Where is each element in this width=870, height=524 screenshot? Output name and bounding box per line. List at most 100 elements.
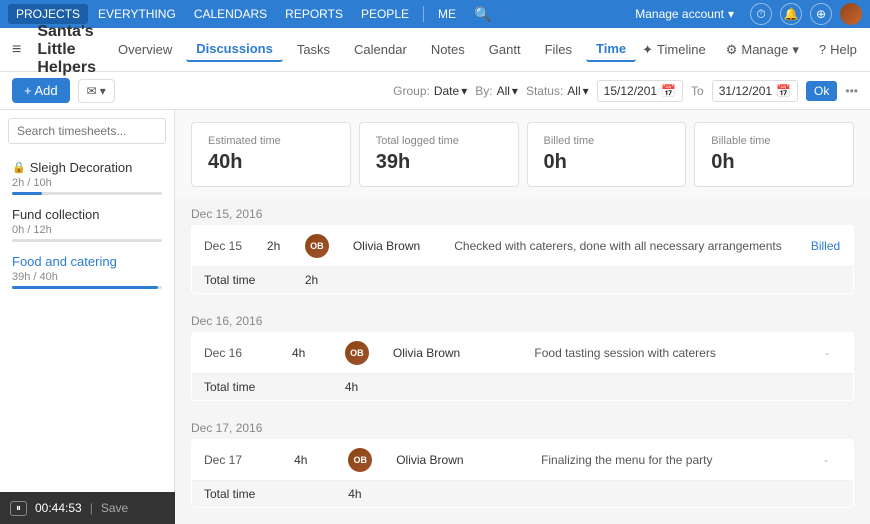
toolbar-left: + Add ✉ ▾ xyxy=(12,78,385,103)
add-button[interactable]: + Add xyxy=(12,78,70,103)
top-nav-right: Manage account ▾ ⏱ 🔔 ⊕ xyxy=(627,3,862,25)
sidebar-item-food-name: Food and catering xyxy=(12,254,117,269)
save-button[interactable]: Save xyxy=(101,501,128,515)
time-toolbar: + Add ✉ ▾ Group: Date ▾ By: All ▾ Status… xyxy=(0,72,870,110)
nav-divider xyxy=(423,6,424,22)
total-value: 4h xyxy=(336,481,853,508)
more-options-icon[interactable]: ••• xyxy=(845,84,858,98)
entry-description: Checked with caterers, done with all nec… xyxy=(442,226,799,267)
project-title: Santa's Little Helpers xyxy=(37,23,96,77)
entry-avatar-cell: OB xyxy=(293,226,341,267)
by-filter: By: All ▾ xyxy=(475,84,518,98)
entry-date: Dec 16 xyxy=(192,333,281,374)
help-label: Help xyxy=(830,42,857,57)
nav-reports[interactable]: REPORTS xyxy=(277,4,351,24)
sidebar-item-fund-name: Fund collection xyxy=(12,207,99,222)
status-value[interactable]: All ▾ xyxy=(567,84,588,98)
entry-person: Olivia Brown xyxy=(381,333,523,374)
stat-total-logged-label: Total logged time xyxy=(376,135,502,147)
sidebar-item-food-progress xyxy=(12,286,162,289)
stat-billed-value: 0h xyxy=(544,151,670,174)
main-layout: 🔒 Sleigh Decoration 2h / 10h Fund collec… xyxy=(0,110,870,522)
help-button[interactable]: ? Help xyxy=(813,38,863,61)
sidebar-item-fund[interactable]: Fund collection 0h / 12h xyxy=(8,201,166,248)
entry-avatar-cell: OB xyxy=(333,333,381,374)
date-to-input[interactable]: 31/12/201 📅 xyxy=(712,80,798,102)
time-content: Estimated time 40h Total logged time 39h… xyxy=(175,110,870,522)
search-timesheets-input[interactable] xyxy=(8,118,166,144)
date-header-dec15: Dec 15, 2016 xyxy=(191,199,854,225)
manage-chevron-icon: ▾ xyxy=(792,42,799,58)
total-value: 4h xyxy=(333,374,854,401)
clock-icon[interactable]: ⏱ xyxy=(750,3,772,25)
sidebar-item-food[interactable]: Food and catering 39h / 40h xyxy=(8,248,166,295)
entry-person: Olivia Brown xyxy=(341,226,442,267)
tab-files[interactable]: Files xyxy=(535,38,582,61)
entry-status: - xyxy=(812,440,853,481)
avatar: OB xyxy=(348,448,372,472)
plus-circle-icon[interactable]: ⊕ xyxy=(810,3,832,25)
tab-calendar[interactable]: Calendar xyxy=(344,38,417,61)
calendar-from-icon: 📅 xyxy=(661,84,676,98)
stats-row: Estimated time 40h Total logged time 39h… xyxy=(175,110,870,199)
nav-everything[interactable]: EVERYTHING xyxy=(90,4,184,24)
group-value[interactable]: Date ▾ xyxy=(434,84,467,98)
group-label: Group: xyxy=(393,84,430,98)
tab-discussions[interactable]: Discussions xyxy=(186,37,283,62)
entry-date: Dec 17 xyxy=(192,440,283,481)
manage-button[interactable]: ⚙ Manage ▾ xyxy=(720,38,805,62)
timeline-label: Timeline xyxy=(657,42,706,57)
entry-avatar-cell: OB xyxy=(336,440,384,481)
stat-estimated: Estimated time 40h xyxy=(191,122,351,187)
timer-display: 00:44:53 xyxy=(35,501,82,515)
by-value[interactable]: All ▾ xyxy=(497,84,518,98)
date-group-dec17: Dec 17, 2016 Dec 17 4h OB Olivia Brown F… xyxy=(191,413,854,508)
nav-projects[interactable]: PROJECTS xyxy=(8,4,88,24)
mail-button[interactable]: ✉ ▾ xyxy=(78,79,115,103)
status-label: Status: xyxy=(526,84,563,98)
second-nav-left: ≡ Santa's Little Helpers Overview Discus… xyxy=(12,23,636,77)
total-label: Total time xyxy=(192,481,337,508)
nav-calendars[interactable]: CALENDARS xyxy=(186,4,275,24)
pause-button[interactable]: ⏸ xyxy=(10,501,27,516)
sidebar: 🔒 Sleigh Decoration 2h / 10h Fund collec… xyxy=(0,110,175,522)
stat-estimated-value: 40h xyxy=(208,151,334,174)
date-from-input[interactable]: 15/12/201 📅 xyxy=(597,80,683,102)
tab-time[interactable]: Time xyxy=(586,37,636,62)
avatar: OB xyxy=(345,341,369,365)
date-header-dec18: Dec 18, 2016 xyxy=(191,520,854,522)
table-row: Dec 15 2h OB Olivia Brown Checked with c… xyxy=(192,226,854,267)
calendar-to-icon: 📅 xyxy=(776,84,791,98)
nav-people[interactable]: PEOPLE xyxy=(353,4,417,24)
project-navigation: ≡ Santa's Little Helpers Overview Discus… xyxy=(0,28,870,72)
tab-notes[interactable]: Notes xyxy=(421,38,475,61)
by-label: By: xyxy=(475,84,492,98)
sidebar-item-sleigh[interactable]: 🔒 Sleigh Decoration 2h / 10h xyxy=(8,154,166,201)
timer-bar: ⏸ 00:44:53 | Save xyxy=(0,492,175,524)
timeline-button[interactable]: ✦ Timeline xyxy=(636,38,712,62)
entry-table-dec16: Dec 16 4h OB Olivia Brown Food tasting s… xyxy=(191,332,854,401)
tab-tasks[interactable]: Tasks xyxy=(287,38,340,61)
entry-status: Billed xyxy=(799,226,854,267)
entry-hours: 2h xyxy=(255,226,293,267)
tab-gantt[interactable]: Gantt xyxy=(479,38,531,61)
stat-billable-label: Billable time xyxy=(711,135,837,147)
settings-icon: ⚙ xyxy=(726,42,738,58)
stat-estimated-label: Estimated time xyxy=(208,135,334,147)
entry-status: - xyxy=(813,333,853,374)
user-avatar[interactable] xyxy=(840,3,862,25)
avatar: OB xyxy=(305,234,329,258)
date-to-label: To xyxy=(691,84,704,98)
stat-total-logged: Total logged time 39h xyxy=(359,122,519,187)
sidebar-item-fund-time: 0h / 12h xyxy=(12,224,162,236)
hamburger-menu[interactable]: ≡ xyxy=(12,41,21,59)
nav-me[interactable]: ME xyxy=(430,4,464,24)
sidebar-item-food-time: 39h / 40h xyxy=(12,271,162,283)
manage-account-button[interactable]: Manage account ▾ xyxy=(627,4,742,24)
total-value: 2h xyxy=(293,267,854,294)
ok-button[interactable]: Ok xyxy=(806,81,837,101)
stat-billed: Billed time 0h xyxy=(527,122,687,187)
tab-overview[interactable]: Overview xyxy=(108,38,182,61)
by-chevron-icon: ▾ xyxy=(512,84,518,98)
bell-icon[interactable]: 🔔 xyxy=(780,3,802,25)
